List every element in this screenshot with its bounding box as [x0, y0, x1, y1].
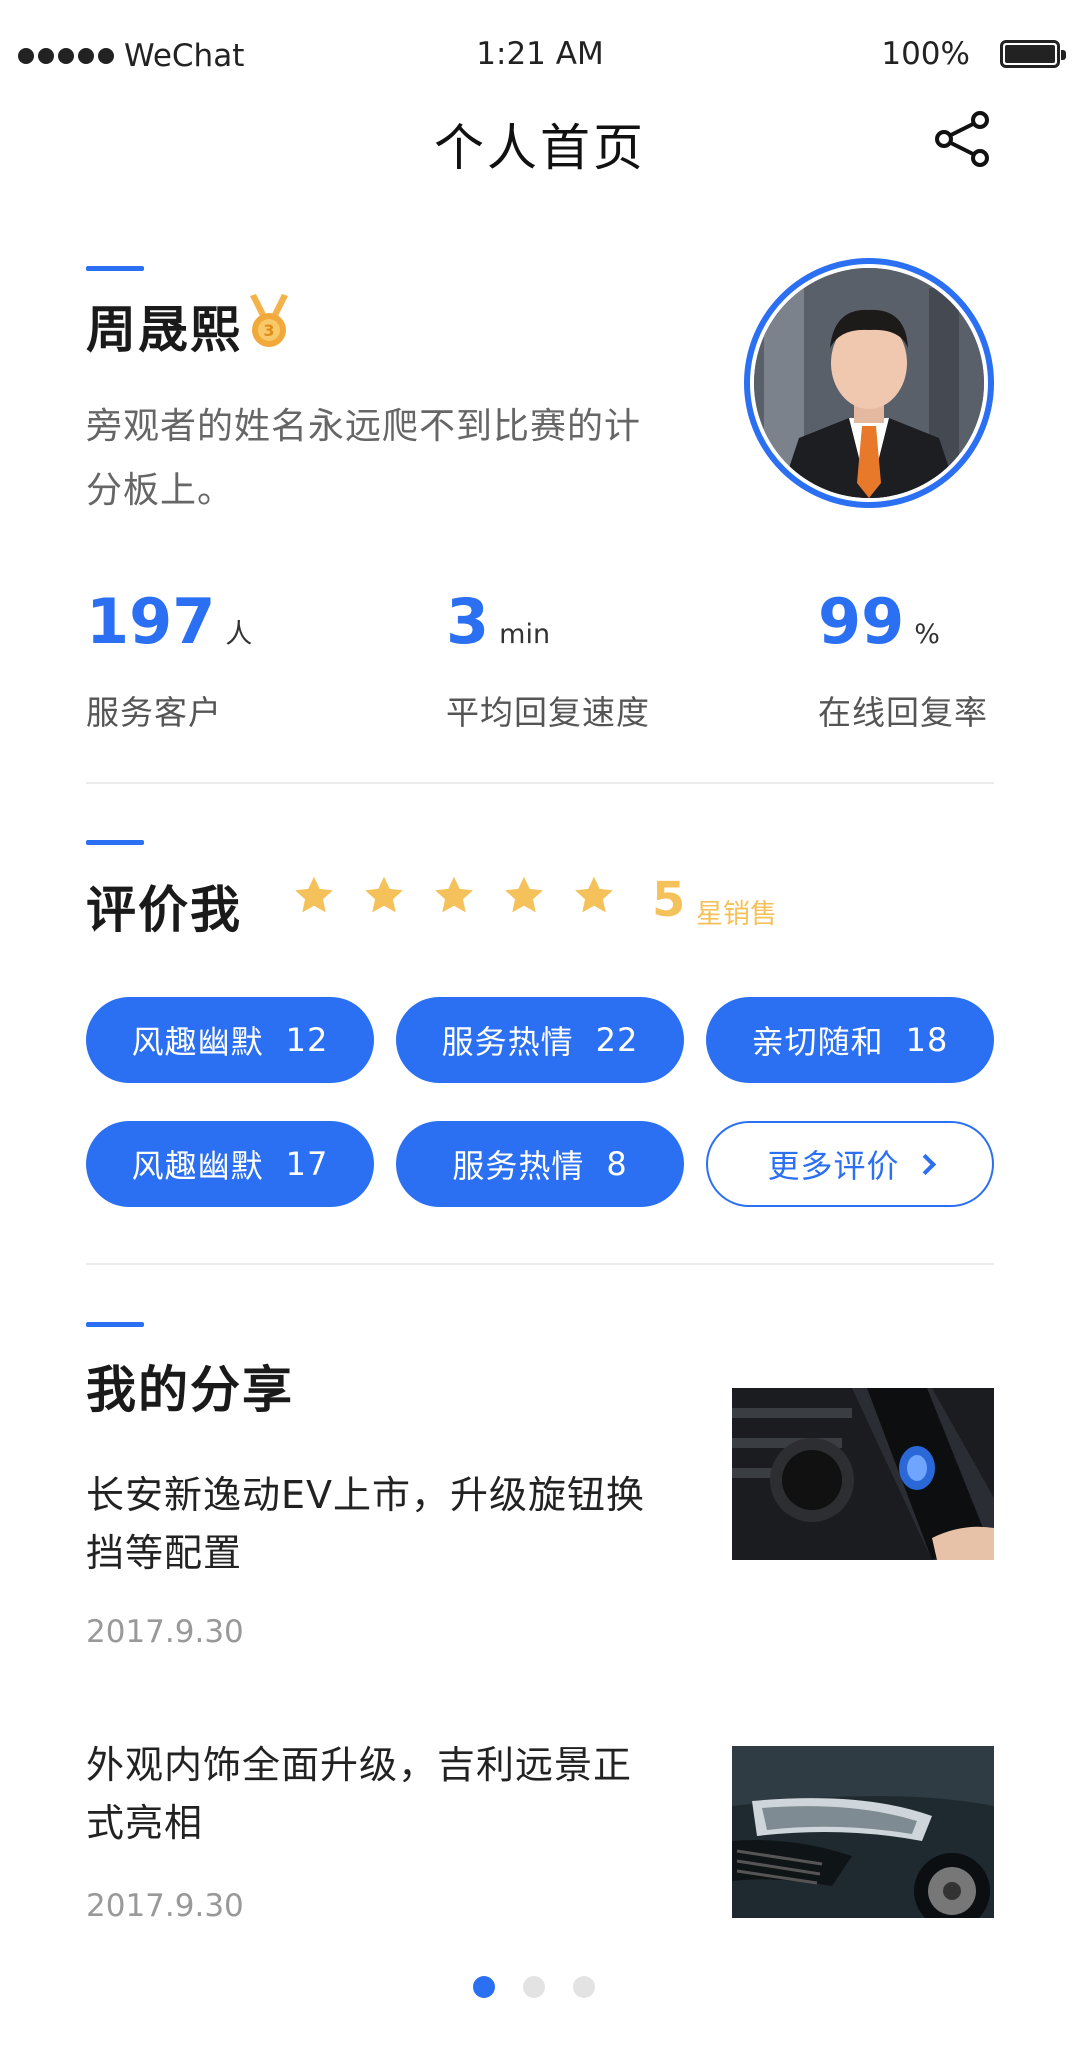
pager-dot[interactable] — [523, 1976, 545, 1998]
stat-value: 3 — [446, 585, 490, 658]
stat-unit: min — [499, 619, 551, 650]
rating-suffix: 星销售 — [696, 899, 777, 930]
post-date: 2017.9.30 — [86, 1888, 244, 1924]
pager-dot[interactable] — [573, 1976, 595, 1998]
tag-label: 风趣幽默 — [131, 1023, 264, 1061]
review-tag[interactable]: 服务热情 8 — [396, 1121, 684, 1207]
stat-unit: 人 — [225, 619, 253, 650]
tag-count: 18 — [905, 1021, 949, 1059]
avatar-photo — [754, 268, 984, 498]
post-title[interactable]: 外观内饰全面升级，吉利远景正式亮相 — [86, 1736, 656, 1852]
profile-bio: 旁观者的姓名永远爬不到比赛的计分板上。 — [86, 406, 642, 511]
tag-label: 服务热情 — [452, 1147, 585, 1185]
rating-title: 评价我 — [86, 881, 242, 939]
star-icon[interactable] — [362, 874, 406, 918]
stat-reply-speed: 3 min 平均回复速度 — [446, 585, 650, 734]
stat-value: 197 — [86, 585, 216, 658]
chevron-right-icon — [914, 1153, 936, 1175]
star-icon[interactable] — [292, 874, 336, 918]
avatar[interactable] — [744, 258, 994, 508]
status-bar: WeChat 1:21 AM 100% — [0, 0, 1080, 110]
tag-count: 22 — [595, 1021, 639, 1059]
post-date: 2017.9.30 — [86, 1614, 244, 1650]
stat-value: 99 — [818, 585, 905, 658]
star-icon[interactable] — [572, 874, 616, 918]
divider — [86, 782, 994, 784]
section-accent-bar — [86, 840, 144, 845]
person-icon — [754, 268, 984, 498]
battery-percent: 100% — [881, 36, 970, 72]
stat-label: 服务客户 — [86, 693, 222, 732]
profile-name: 周晟熙 — [86, 301, 242, 359]
review-tag[interactable]: 亲切随和 18 — [706, 997, 994, 1083]
pager-dot-active[interactable] — [473, 1976, 495, 1998]
review-tag[interactable]: 风趣幽默 17 — [86, 1121, 374, 1207]
battery-icon — [1000, 40, 1066, 68]
star-icon[interactable] — [502, 874, 546, 918]
stat-label: 在线回复率 — [818, 693, 988, 732]
svg-text:3: 3 — [263, 321, 274, 340]
stat-label: 平均回复速度 — [446, 693, 650, 732]
review-tag[interactable]: 风趣幽默 12 — [86, 997, 374, 1083]
star-icon[interactable] — [432, 874, 476, 918]
car-headlight-image — [732, 1746, 994, 1918]
page-title: 个人首页 — [434, 119, 646, 177]
more-reviews-label: 更多评价 — [767, 1147, 900, 1185]
tag-label: 服务热情 — [441, 1023, 574, 1061]
more-reviews-button[interactable]: 更多评价 — [706, 1121, 994, 1207]
review-tag[interactable]: 服务热情 22 — [396, 997, 684, 1083]
tag-count: 12 — [285, 1021, 329, 1059]
pager[interactable] — [473, 1976, 595, 1998]
share-icon — [935, 111, 989, 167]
post-thumbnail[interactable] — [732, 1746, 994, 1918]
tag-label: 风趣幽默 — [131, 1147, 264, 1185]
stat-customers: 197 人 服务客户 — [86, 585, 252, 734]
rating-score: 5 — [652, 872, 686, 928]
stat-unit: % — [914, 619, 940, 650]
post-title[interactable]: 长安新逸动EV上市，升级旋钮换挡等配置 — [86, 1466, 656, 1582]
rating-stars[interactable] — [292, 874, 616, 918]
section-accent-bar — [86, 266, 144, 271]
phone-mount-image — [732, 1388, 994, 1560]
post-thumbnail[interactable] — [732, 1388, 994, 1560]
tag-count: 8 — [606, 1145, 628, 1183]
tag-count: 17 — [285, 1145, 329, 1183]
medal-icon: 3 — [250, 294, 288, 347]
shares-title: 我的分享 — [86, 1361, 294, 1419]
section-accent-bar — [86, 1322, 144, 1327]
divider — [86, 1263, 994, 1265]
share-button[interactable] — [932, 108, 994, 170]
tag-label: 亲切随和 — [751, 1023, 884, 1061]
battery-info: 100% — [881, 36, 1066, 72]
stat-reply-rate: 99% 在线回复率 — [818, 585, 988, 734]
